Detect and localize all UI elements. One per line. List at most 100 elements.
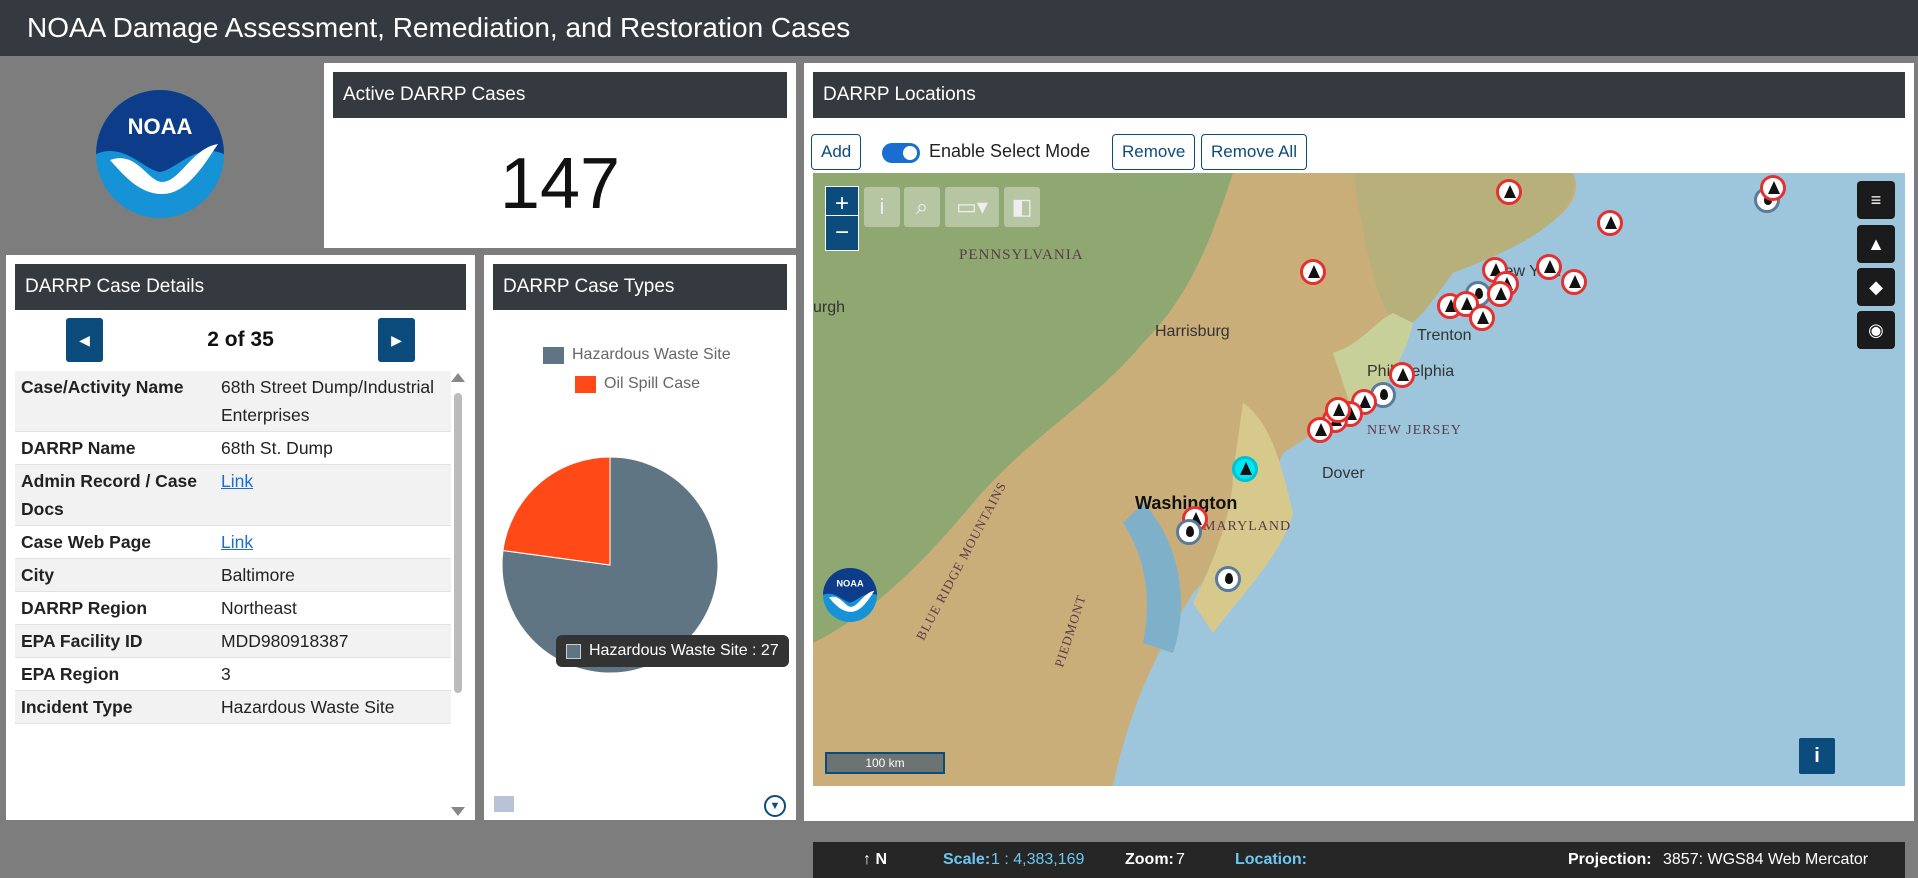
active-cases-panel: Active DARRP Cases 147 [324, 63, 796, 248]
logo-area: NOAA [0, 56, 318, 248]
map-title: DARRP Locations [813, 72, 1905, 118]
basemap-globe-icon[interactable]: ◉ [1857, 311, 1895, 349]
legend-label-hazardous: Hazardous Waste Site [572, 346, 731, 363]
label-trenton: Trenton [1417, 327, 1472, 344]
case-types-pie-chart[interactable] [484, 455, 796, 755]
detail-value: MDD980918387 [221, 631, 349, 651]
details-scrollbar[interactable] [448, 371, 466, 820]
case-marker[interactable] [1760, 175, 1786, 201]
detail-value: 3 [221, 664, 231, 684]
detail-row: City Baltimore [15, 559, 451, 592]
detail-row: EPA Facility ID MDD980918387 [15, 625, 451, 658]
add-button[interactable]: Add [811, 134, 862, 170]
legend-item-oil[interactable]: Oil Spill Case [575, 375, 700, 393]
case-marker[interactable] [1325, 397, 1351, 423]
selected-case-marker[interactable] [1232, 456, 1258, 482]
zoom-label: Zoom: [1125, 851, 1174, 868]
select-mode-toggle[interactable] [882, 143, 920, 163]
map-view[interactable]: PENNSYLVANIA urgh Harrisburg Trenton Phi… [813, 173, 1905, 786]
detail-row: DARRP Name 68th St. Dump [15, 432, 451, 465]
pie-slice-oil[interactable] [502, 456, 611, 566]
case-marker[interactable] [1536, 254, 1562, 280]
detail-link[interactable]: Link [221, 532, 253, 552]
projection-label: Projection: [1568, 851, 1652, 868]
case-types-title: DARRP Case Types [493, 264, 787, 310]
case-marker[interactable] [1496, 179, 1522, 205]
detail-row: Incident Type Hazardous Waste Site [15, 691, 451, 724]
identify-tool-icon[interactable]: i [864, 187, 900, 227]
north-arrow: ↑ N [863, 851, 887, 868]
select-mode-label: Enable Select Mode [929, 141, 1091, 161]
detail-value: Link [215, 526, 451, 558]
case-marker[interactable] [1469, 305, 1495, 331]
detail-row: Admin Record / Case Docs Link [15, 465, 451, 526]
case-details-title: DARRP Case Details [15, 264, 466, 310]
detail-row: DARRP Region Northeast [15, 592, 451, 625]
filter-icon[interactable]: ▼ [764, 795, 786, 817]
detail-key: DARRP Name [21, 438, 136, 458]
next-case-button[interactable]: ▶ [378, 318, 415, 362]
label-maryland: MARYLAND [1203, 519, 1292, 534]
shapes-icon[interactable]: ▲ [1857, 225, 1895, 263]
zoom-value: 7 [1176, 851, 1185, 868]
detail-key: EPA Region [21, 664, 120, 684]
map-info-button[interactable]: i [1799, 738, 1835, 774]
case-marker[interactable] [1487, 281, 1513, 307]
map-panel: DARRP Locations Add Enable Select Mode R… [804, 63, 1914, 878]
scroll-up-icon[interactable] [451, 373, 465, 382]
legend-swatch-hazardous [543, 346, 564, 364]
location-label: Location: [1235, 851, 1307, 868]
detail-value: Baltimore [221, 565, 295, 585]
case-marker[interactable] [1307, 417, 1333, 443]
detail-key: Case/Activity Name [21, 377, 184, 397]
scroll-down-icon[interactable] [451, 807, 465, 816]
label-harrisburg: Harrisburg [1155, 323, 1230, 340]
map-status-bar: ↑ N Scale: 1 : 4,383,169 Zoom: 7 Locatio… [813, 842, 1905, 878]
remove-all-button[interactable]: Remove All [1201, 134, 1307, 170]
legend-label-oil: Oil Spill Case [604, 375, 701, 392]
app-title: NOAA Damage Assessment, Remediation, and… [0, 0, 1918, 56]
case-details-panel: DARRP Case Details ◀ 2 of 35 ▶ Case/Acti… [6, 255, 475, 820]
map-grid-icon[interactable] [494, 796, 514, 812]
noaa-logo: NOAA [96, 90, 224, 218]
detail-value: Link [215, 465, 451, 525]
detail-row: Case/Activity Name 68th Street Dump/Indus… [15, 371, 451, 432]
noaa-map-logo: NOAA [823, 568, 877, 622]
detail-value: Northeast [221, 598, 297, 618]
measure-tool-icon[interactable]: ▭▾ [945, 187, 999, 227]
detail-row: Case Web Page Link [15, 526, 451, 559]
active-cases-count: 147 [499, 144, 621, 224]
map-location-icon[interactable]: ◆ [1857, 268, 1895, 306]
case-marker[interactable] [1389, 362, 1415, 388]
detail-key: Admin Record / Case Docs [21, 471, 198, 519]
case-marker[interactable] [1561, 269, 1587, 295]
case-marker[interactable] [1300, 259, 1326, 285]
tooltip-text: Hazardous Waste Site : 27 [589, 642, 779, 659]
remove-button[interactable]: Remove [1112, 134, 1196, 170]
detail-value: 68th St. Dump [221, 438, 333, 458]
map-scalebar: 100 km [825, 752, 945, 774]
case-marker[interactable] [1215, 566, 1241, 592]
detail-key: Incident Type [21, 697, 133, 717]
zoom-tool-icon[interactable]: ⌕ [904, 187, 940, 227]
label-pennsylvania: PENNSYLVANIA [959, 247, 1084, 263]
detail-key: DARRP Region [21, 598, 148, 618]
detail-value: Hazardous Waste Site [221, 697, 395, 717]
scroll-thumb[interactable] [454, 393, 462, 693]
case-pager: 2 of 35 [207, 328, 274, 351]
legend-item-hazardous[interactable]: Hazardous Waste Site [543, 346, 731, 364]
svg-text:NOAA: NOAA [836, 579, 864, 589]
scale-label: Scale: [943, 851, 991, 868]
case-details-table: Case/Activity Name 68th Street Dump/Indus… [15, 371, 451, 820]
detail-key: Case Web Page [21, 532, 152, 552]
layers-icon[interactable]: ≡ [1857, 181, 1895, 219]
detail-key: EPA Facility ID [21, 631, 143, 651]
label-pittsburgh: urgh [813, 299, 846, 316]
case-marker[interactable] [1597, 210, 1623, 236]
zoom-out-button[interactable]: − [825, 215, 859, 251]
detail-link[interactable]: Link [221, 471, 253, 491]
case-marker[interactable] [1176, 519, 1202, 545]
label-new-jersey: NEW JERSEY [1367, 423, 1462, 438]
swipe-tool-icon[interactable]: ◧ [1004, 187, 1040, 227]
label-dover: Dover [1322, 465, 1365, 482]
